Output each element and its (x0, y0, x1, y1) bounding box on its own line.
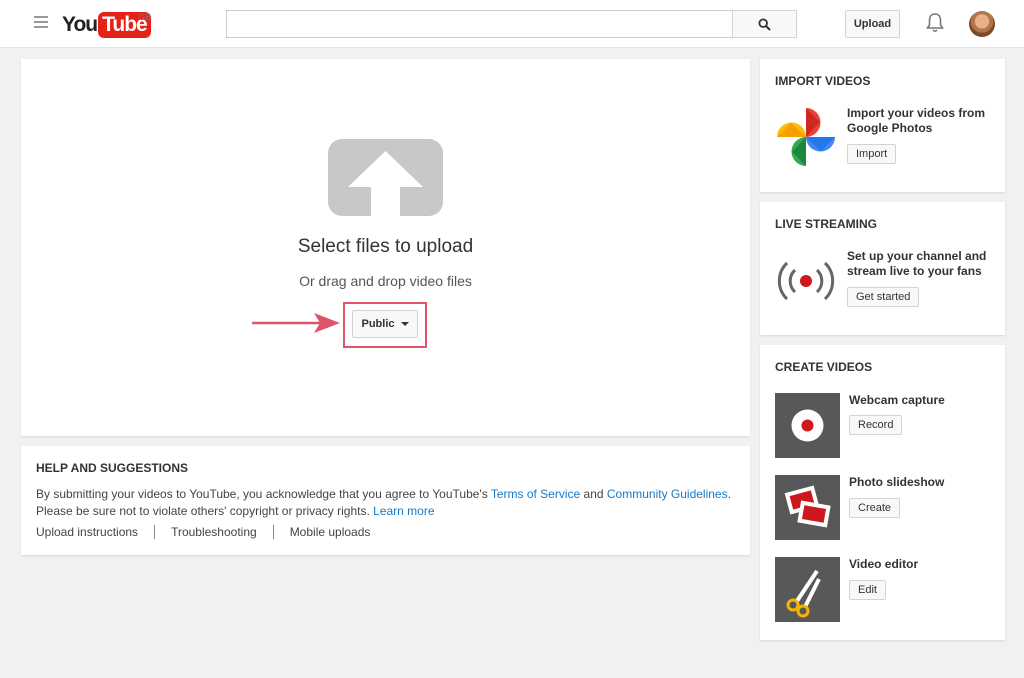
top-header: You Tube GB Upload (0, 0, 1024, 48)
privacy-dropdown[interactable]: Public (352, 310, 418, 338)
import-videos-card: IMPORT VIDEOS Import your videos from Go… (760, 59, 1005, 192)
region-label: GB (138, 12, 152, 22)
live-streaming-card: LIVE STREAMING Set up your channel and s… (760, 202, 1005, 335)
notification-bell-icon[interactable] (925, 12, 945, 34)
live-broadcast-icon (777, 261, 835, 301)
google-photos-icon (777, 108, 835, 166)
search-icon (758, 17, 771, 31)
upload-instructions-link[interactable]: Upload instructions (36, 525, 154, 539)
troubleshooting-link[interactable]: Troubleshooting (154, 525, 273, 539)
upload-arrow-icon[interactable] (328, 139, 443, 216)
create-button[interactable]: Create (849, 498, 901, 518)
card-title: CREATE VIDEOS (775, 360, 873, 374)
card-title: IMPORT VIDEOS (775, 74, 871, 88)
photo-slideshow-icon (784, 485, 831, 528)
editor-tile[interactable] (775, 557, 840, 622)
search-button[interactable] (732, 10, 797, 38)
create-videos-card: CREATE VIDEOS Webcam capture Record Phot… (760, 345, 1005, 640)
privacy-label: Public (361, 318, 395, 330)
upload-button[interactable]: Upload (845, 10, 900, 38)
upload-title: Select files to upload (297, 236, 474, 257)
webcam-tile[interactable] (775, 393, 840, 458)
chevron-down-icon (400, 322, 409, 326)
learn-more-link[interactable]: Learn more (373, 504, 434, 518)
edit-button[interactable]: Edit (849, 580, 886, 600)
live-description: Set up your channel and stream live to y… (847, 249, 987, 278)
record-button[interactable]: Record (849, 415, 903, 435)
photo-slideshow-label: Photo slideshow (849, 475, 945, 489)
search-input[interactable] (226, 10, 733, 38)
help-text-part: Please be sure not to violate others' co… (36, 504, 374, 518)
record-icon (791, 409, 824, 442)
import-description: Import your videos from Google Photos (847, 106, 986, 135)
upload-subtitle: Or drag and drop video files (299, 273, 472, 289)
card-title: LIVE STREAMING (775, 217, 878, 231)
annotation-arrow-icon (252, 313, 340, 333)
help-text: By submitting your videos to YouTube, yo… (36, 486, 736, 520)
video-editor-label: Video editor (849, 557, 919, 571)
import-button[interactable]: Import (847, 144, 897, 164)
help-text-part: By submitting your videos to YouTube, yo… (36, 487, 491, 501)
help-title: HELP AND SUGGESTIONS (36, 461, 189, 475)
help-text-part: and (580, 487, 607, 501)
slideshow-tile[interactable] (775, 475, 840, 540)
community-guidelines-link[interactable]: Community Guidelines (607, 487, 728, 501)
get-started-button[interactable]: Get started (847, 287, 920, 307)
help-panel: HELP AND SUGGESTIONS By submitting your … (21, 446, 750, 555)
avatar[interactable] (969, 11, 995, 37)
webcam-capture-label: Webcam capture (849, 393, 945, 407)
scissors-icon (786, 569, 821, 618)
help-text-part: . (727, 487, 731, 501)
upload-panel: Select files to upload Or drag and drop … (21, 59, 750, 436)
terms-of-service-link[interactable]: Terms of Service (491, 487, 580, 501)
menu-icon[interactable] (34, 16, 48, 30)
logo-text-you: You (62, 13, 98, 36)
help-links: Upload instructions Troubleshooting Mobi… (36, 525, 386, 539)
mobile-uploads-link[interactable]: Mobile uploads (272, 525, 387, 539)
